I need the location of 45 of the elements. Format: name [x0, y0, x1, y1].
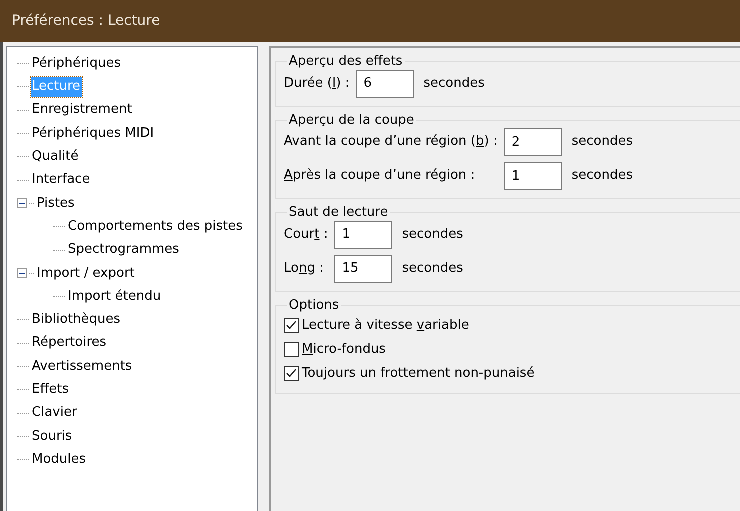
tree-item[interactable]: Effets	[31, 380, 70, 400]
group-title: Saut de lecture	[288, 205, 390, 221]
unit-label: secondes	[572, 167, 634, 186]
window-title: Préférences : Lecture	[12, 12, 160, 30]
number-field[interactable]: 15	[334, 254, 392, 283]
group-title: Options	[288, 298, 340, 314]
tree-item[interactable]: Import étendu	[67, 286, 162, 306]
field-label: Long :	[284, 260, 325, 278]
tree-item[interactable]: Enregistrement	[31, 100, 134, 120]
checkbox[interactable]	[284, 342, 299, 357]
number-field[interactable]: 1	[334, 220, 392, 249]
tree-item[interactable]: Spectrogrammes	[67, 240, 180, 260]
tree-item[interactable]: Pistes	[36, 194, 76, 214]
tree-item[interactable]: Périphériques	[31, 54, 122, 74]
unit-label: secondes	[572, 133, 634, 152]
tree-item[interactable]: Modules	[31, 450, 88, 470]
checkbox[interactable]	[284, 366, 299, 381]
collapse-icon[interactable]	[17, 268, 27, 278]
collapse-icon[interactable]	[17, 198, 27, 208]
field-label: Durée (l) :	[284, 74, 350, 93]
checkbox-label[interactable]: Lecture à vitesse variable	[302, 316, 470, 336]
tree-item[interactable]: Périphériques MIDI	[31, 124, 156, 144]
field-label: Après la coupe d’une région :	[284, 167, 476, 186]
number-field[interactable]: 6	[356, 70, 414, 98]
unit-label: secondes	[424, 74, 485, 93]
unit-label: secondes	[402, 226, 464, 244]
tree-item[interactable]: Interface	[31, 170, 92, 190]
tree-item[interactable]: Avertissements	[31, 356, 134, 376]
checkbox[interactable]	[284, 318, 299, 333]
field-label: Avant la coupe d’une région (b) :	[284, 133, 498, 152]
group-title: Aperçu de la coupe	[288, 112, 416, 128]
tree-item[interactable]: Qualité	[31, 147, 80, 167]
group-title: Aperçu des effets	[288, 54, 404, 70]
tree-item[interactable]: Clavier	[31, 403, 78, 423]
tree-item[interactable]: Répertoires	[31, 333, 108, 353]
field-label: Court :	[284, 226, 328, 244]
checkbox-label[interactable]: Micro-fondus	[302, 340, 386, 360]
unit-label: secondes	[402, 260, 464, 278]
checkbox-label[interactable]: Toujours un frottement non-punaisé	[302, 364, 535, 384]
tree-item[interactable]: Import / export	[36, 264, 136, 284]
number-field[interactable]: 2	[504, 128, 562, 156]
tree-item[interactable]: Comportements des pistes	[67, 216, 244, 236]
number-field[interactable]: 1	[504, 162, 562, 190]
tree-item[interactable]: Bibliothèques	[31, 310, 122, 330]
tree-item[interactable]: Souris	[31, 426, 74, 446]
